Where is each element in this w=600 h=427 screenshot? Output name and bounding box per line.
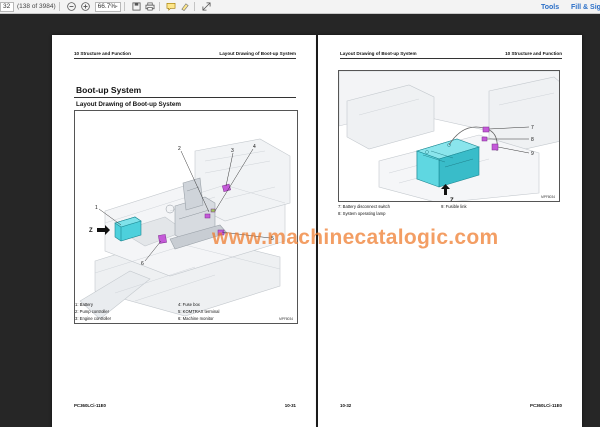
footer-model-code: PC360LCi-11E0 <box>74 403 106 408</box>
footer-page-number: 10-31 <box>284 403 296 408</box>
page-header: 10 Structure and Function Layout Drawing… <box>74 51 296 59</box>
zoom-in-button[interactable] <box>80 1 91 12</box>
layout-figure: 1 2 3 4 5 6 Z MPF8034 <box>74 110 298 324</box>
legend-item: 8: System operating lamp <box>338 211 386 216</box>
header-right-text: 10 Structure and Function <box>505 51 562 56</box>
zoom-value: 66.7% <box>97 3 117 10</box>
callout-number: 2 <box>178 146 181 152</box>
legend-item: 7: Battery disconnect switch <box>338 204 390 209</box>
toolbar-divider <box>193 2 195 11</box>
highlight-button[interactable] <box>180 1 191 12</box>
legend-item: 2: Pump controller <box>75 309 109 314</box>
subsection-title: Layout Drawing of Boot-up System <box>76 101 181 108</box>
print-icon <box>145 2 155 11</box>
pdf-page-left: 10 Structure and Function Layout Drawing… <box>52 35 316 427</box>
expand-icon <box>202 2 211 11</box>
legend-item: 1: Battery <box>75 302 93 307</box>
view-label-z: Z <box>89 228 93 234</box>
pdf-page-right: Layout Drawing of Boot-up System 10 Stru… <box>318 35 582 427</box>
callout-number: 8 <box>531 137 534 143</box>
toolbar: 32 (138 of 3984) 66.7% Tools Fill & Sign <box>0 0 600 14</box>
page-footer: 10-32 PC360LCi-11E0 <box>340 403 562 408</box>
battery-detail-figure: 7 8 9 Z MPF8034 <box>338 70 560 202</box>
legend-item: 9: Fusible link <box>441 204 467 209</box>
comment-button[interactable] <box>166 1 177 12</box>
save-button[interactable] <box>131 1 142 12</box>
page-footer: PC360LCi-11E0 10-31 <box>74 403 296 408</box>
figure-legend: 1: Battery 4: Fuse box 2: Pump controlle… <box>75 302 275 321</box>
figure-id: MPF8034 <box>541 195 555 199</box>
callout-number: 3 <box>231 148 234 154</box>
page-number-value: 32 <box>3 3 11 10</box>
battery-compartment-drawing: 7 8 9 Z <box>339 71 559 202</box>
callout-number: 1 <box>95 205 98 211</box>
page-header: Layout Drawing of Boot-up System 10 Stru… <box>340 51 562 59</box>
page-count-label: (138 of 3984) <box>17 3 56 10</box>
section-title: Boot-up System <box>76 85 142 95</box>
chevron-down-icon <box>116 5 118 8</box>
legend-item: 6: Machine monitor <box>178 316 214 321</box>
zoom-out-button[interactable] <box>66 1 77 12</box>
plus-icon <box>80 2 90 11</box>
header-left-text: Layout Drawing of Boot-up System <box>340 51 417 56</box>
footer-model-code: PC360LCi-11E0 <box>530 403 562 408</box>
save-icon <box>132 2 141 11</box>
figure-id: MPF8034 <box>279 317 293 321</box>
callout-number: 5 <box>271 236 274 242</box>
tools-link[interactable]: Tools <box>541 0 559 14</box>
toolbar-divider <box>123 2 125 11</box>
header-left-text: 10 Structure and Function <box>74 51 131 56</box>
comment-icon <box>166 3 176 11</box>
callout-number: 9 <box>531 151 534 157</box>
fill-sign-link[interactable]: Fill & Sign <box>571 0 600 14</box>
callout-number: 6 <box>141 261 144 267</box>
toolbar-divider <box>58 2 60 11</box>
legend-item: 4: Fuse box <box>178 302 200 307</box>
header-right-text: Layout Drawing of Boot-up System <box>219 51 296 56</box>
fit-page-button[interactable] <box>201 1 212 12</box>
figure-legend: 7: Battery disconnect switch 9: Fusible … <box>338 204 538 216</box>
section-divider <box>74 97 296 98</box>
document-viewport[interactable]: 10 Structure and Function Layout Drawing… <box>0 14 600 427</box>
minus-icon <box>66 2 76 11</box>
highlighter-icon <box>181 3 189 11</box>
callout-number: 7 <box>531 125 534 131</box>
legend-item: 3: Engine controller <box>75 316 112 321</box>
footer-page-number: 10-32 <box>340 403 352 408</box>
toolbar-divider <box>158 2 160 11</box>
print-button[interactable] <box>145 1 156 12</box>
zoom-select[interactable]: 66.7% <box>94 1 121 12</box>
legend-item: 5: KOMTRAX terminal <box>178 309 220 314</box>
view-label-z: Z <box>450 198 454 202</box>
page-number-input[interactable]: 32 <box>0 1 14 12</box>
excavator-layout-drawing: 1 2 3 4 5 6 Z <box>79 138 291 320</box>
callout-number: 4 <box>253 144 256 150</box>
legend-item <box>441 211 538 216</box>
